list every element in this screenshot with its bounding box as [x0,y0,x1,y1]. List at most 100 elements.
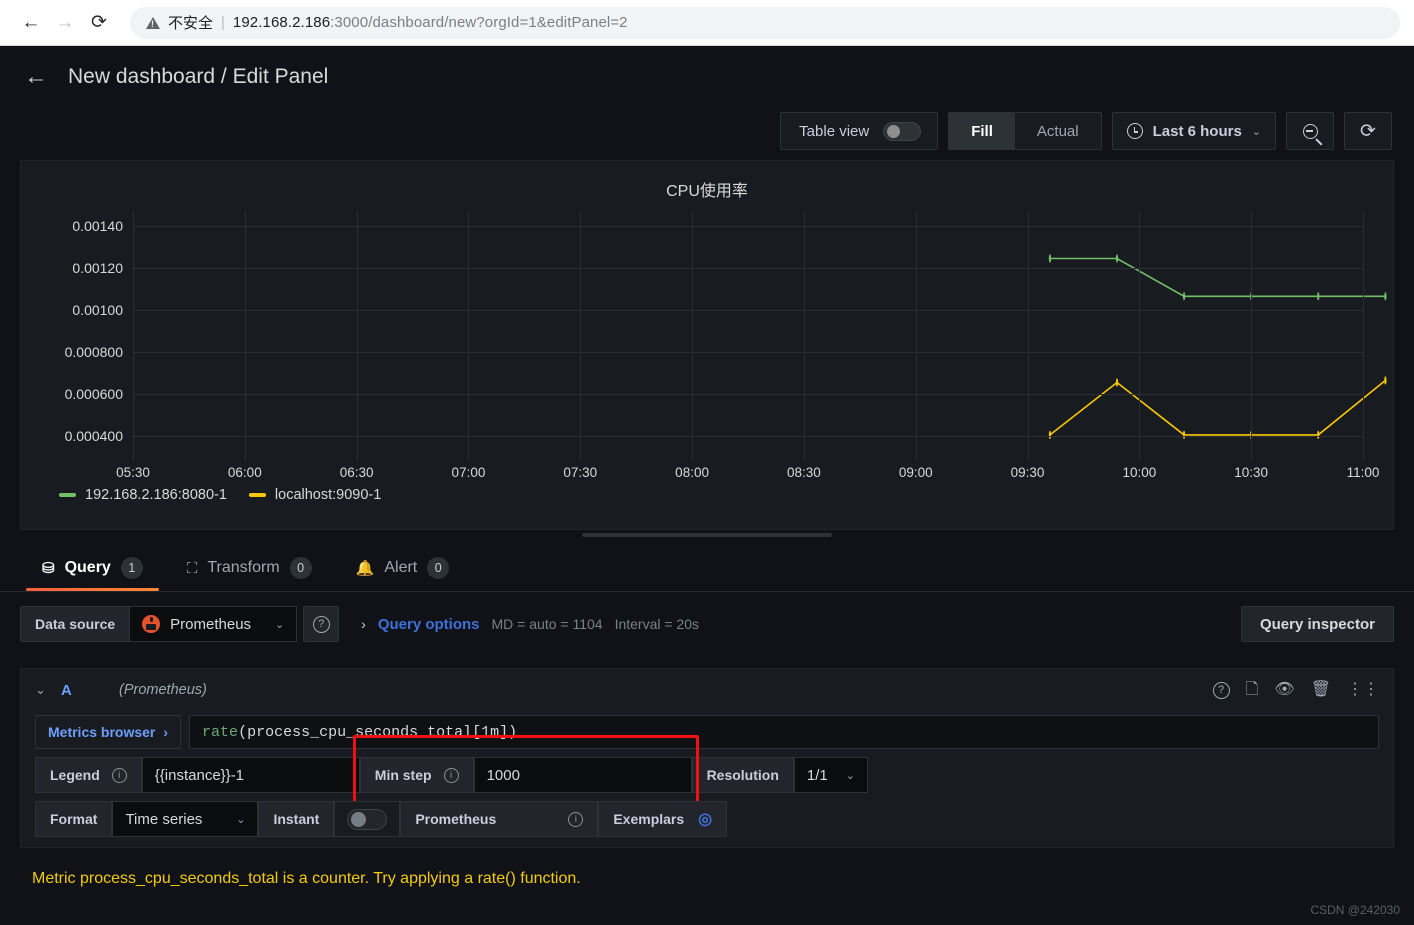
minus-bar [1306,130,1313,132]
drag-handle-icon[interactable]: ⋮⋮ [1347,682,1379,698]
page-header: ← New dashboard / Edit Panel [0,46,1414,108]
format-row: Format Time series ⌄ Instant Prometheus … [21,801,1393,837]
table-view-label: Table view [799,122,870,140]
browser-reload-button[interactable]: ⟳ [82,6,116,40]
zoom-out-icon [1302,123,1318,139]
x-axis-tick: 09:00 [898,465,933,480]
series-point[interactable] [1115,254,1119,263]
actual-option[interactable]: Actual [1015,112,1101,150]
series-line-1 [1050,380,1385,435]
instant-label: Instant [258,801,335,837]
min-step-input[interactable]: 1000 [473,757,692,793]
x-axis-tick: 08:30 [787,465,821,480]
info-icon[interactable]: i [443,767,459,783]
browser-back-button[interactable]: ← [14,6,48,40]
info-icon[interactable]: i [111,767,127,783]
expression-body: (process_cpu_seconds_total[1m]) [238,723,518,741]
page-title: New dashboard / Edit Panel [68,65,329,88]
legend-item[interactable]: 192.168.2.186:8080-1 [59,487,227,503]
clock-icon [1126,123,1143,139]
grid-line-vertical [468,211,470,461]
grid-line-horizontal [133,310,1363,311]
prometheus-label-text: Prometheus [415,811,497,827]
help-icon[interactable]: ? [1212,681,1230,699]
query-row-actions: ? 🗋 👁 🗑 ⋮⋮ [1212,681,1379,699]
expression-function: rate [202,723,239,741]
grid-line-vertical [356,211,358,461]
query-ref-id[interactable]: A [61,682,119,699]
duplicate-icon[interactable]: 🗋 [1246,682,1259,698]
legend-label: 192.168.2.186:8080-1 [85,487,227,503]
browser-forward-button[interactable]: → [48,6,82,40]
address-bar[interactable]: 不安全 | 192.168.2.186:3000/dashboard/new?o… [130,6,1400,39]
query-expression-row: Metrics browser › rate (process_cpu_seco… [21,715,1393,749]
query-datasource-name: (Prometheus) [119,682,207,698]
query-options-interval: Interval = 20s [614,616,699,632]
counter-warning-message: Metric process_cpu_seconds_total is a co… [32,870,581,887]
time-range-picker[interactable]: Last 6 hours ⌄ [1111,112,1276,150]
y-axis-tick: 0.00100 [72,302,123,318]
prometheus-logo-icon [142,615,161,633]
data-source-value-wrap: Prometheus [142,615,251,633]
eye-icon[interactable]: 👁 [1274,682,1294,698]
instant-switch[interactable] [347,808,388,830]
instant-toggle-cell[interactable] [334,801,401,837]
series-point[interactable] [1384,376,1387,385]
address-url: 192.168.2.186:3000/dashboard/new?orgId=1… [233,14,628,31]
series-point[interactable] [1115,378,1119,387]
y-axis-tick: 0.000800 [64,344,123,360]
panel-toolbar: Table view Fill Actual Last 6 hours ⌄ ⟳ [0,108,1414,154]
promql-expression-input[interactable]: rate (process_cpu_seconds_total[1m]) [189,715,1379,749]
format-label: Format [35,801,113,837]
min-step-label: Min step i [359,757,474,793]
format-select[interactable]: Time series ⌄ [112,801,259,837]
legend-color-swatch [248,493,266,497]
back-to-dashboard-button[interactable]: ← [24,65,48,89]
editor-tabs: ⛁ Query 1 ⛶ Transform 0 🔔 Alert 0 [0,546,1414,592]
x-axis-tick: 08:00 [675,465,709,480]
tab-transform[interactable]: ⛶ Transform 0 [165,545,334,591]
table-view-switch[interactable] [883,121,922,141]
legend-color-swatch [59,493,76,497]
grid-line-vertical [244,211,246,461]
tab-alert[interactable]: 🔔 Alert 0 [334,545,472,591]
series-point[interactable] [1048,254,1052,263]
series-point[interactable] [1048,430,1052,440]
resolution-select[interactable]: 1/1 ⌄ [793,757,868,793]
fill-option[interactable]: Fill [949,112,1015,150]
switch-knob [351,811,367,827]
chevron-right-icon: › [163,724,169,740]
tab-query[interactable]: ⛁ Query 1 [20,545,165,591]
resolution-label-text: Resolution [706,767,779,783]
panel-title: CPU使用率 [666,183,748,200]
grid-line-vertical [580,211,582,461]
query-inspector-button[interactable]: Query inspector [1240,606,1394,642]
collapse-chevron-icon[interactable]: ⌄ [35,682,61,698]
zoom-out-button[interactable] [1286,112,1334,150]
series-point[interactable] [1317,430,1320,440]
table-view-toggle-group[interactable]: Table view [780,112,939,150]
grid-line-vertical [1363,211,1364,461]
series-point[interactable] [1384,292,1387,301]
series-point[interactable] [1182,430,1186,440]
grid-line-vertical [133,211,134,461]
grid-line-vertical [1139,211,1141,461]
legend-format-input[interactable]: {{instance}}-1 [141,757,360,793]
tab-label: Transform [207,559,280,576]
series-point[interactable] [1182,292,1186,301]
switch-knob [887,124,901,138]
legend-item[interactable]: localhost:9090-1 [248,487,381,503]
trash-icon[interactable]: 🗑 [1311,682,1331,698]
data-source-picker[interactable]: Prometheus ⌄ [129,606,298,642]
query-options-md: MD = auto = 1104 [491,616,603,632]
panel-resize-handle[interactable] [582,533,832,537]
refresh-button[interactable]: ⟳ [1344,112,1392,150]
legend-minstep-row: Legend i {{instance}}-1 Min step i 1000 … [21,735,1393,815]
series-point[interactable] [1317,292,1320,301]
query-options-toggle[interactable]: › Query options MD = auto = 1104 Interva… [361,616,699,633]
info-icon[interactable]: i [568,811,584,827]
series-line-0 [1050,259,1385,297]
metrics-browser-button[interactable]: Metrics browser › [35,715,182,749]
exemplars-toggle[interactable]: Exemplars ◎ [598,801,728,837]
datasource-help-button[interactable]: ? [303,606,340,642]
